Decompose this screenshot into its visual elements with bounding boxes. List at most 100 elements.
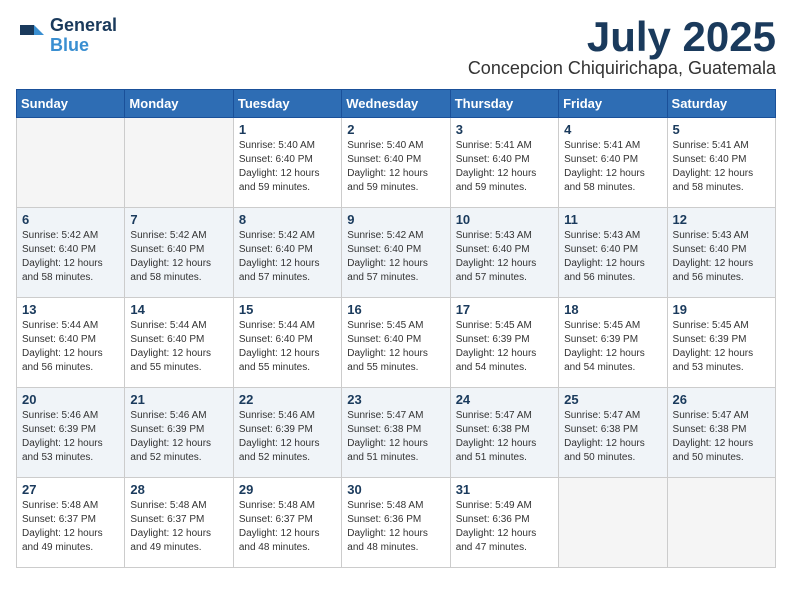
day-number: 20 [22, 392, 119, 407]
calendar-cell [125, 118, 233, 208]
calendar-cell: 30 Sunrise: 5:48 AM Sunset: 6:36 PM Dayli… [342, 478, 450, 568]
day-number: 5 [673, 122, 770, 137]
weekday-header: Thursday [450, 90, 558, 118]
day-number: 14 [130, 302, 227, 317]
day-number: 30 [347, 482, 444, 497]
day-number: 18 [564, 302, 661, 317]
calendar-cell: 16Sunrise: 5:45 AM Sunset: 6:40 PM Dayli… [342, 298, 450, 388]
weekday-header: Monday [125, 90, 233, 118]
calendar-week-row: 6Sunrise: 5:42 AM Sunset: 6:40 PM Daylig… [17, 208, 776, 298]
calendar-cell: 5 Sunrise: 5:41 AM Sunset: 6:40 PM Daylig… [667, 118, 775, 208]
day-info: Sunrise: 5:44 AM Sunset: 6:40 PM Dayligh… [130, 319, 227, 375]
day-number: 25 [564, 392, 661, 407]
calendar-cell: 14 Sunrise: 5:44 AM Sunset: 6:40 PM Dayli… [125, 298, 233, 388]
day-info: Sunrise: 5:47 AM Sunset: 6:38 PM Dayligh… [347, 409, 444, 465]
day-number: 27 [22, 482, 119, 497]
calendar-cell: 10 Sunrise: 5:43 AM Sunset: 6:40 PM Dayli… [450, 208, 558, 298]
weekday-header: Sunday [17, 90, 125, 118]
day-number: 13 [22, 302, 119, 317]
day-number: 23 [347, 392, 444, 407]
calendar-cell: 2 Sunrise: 5:40 AM Sunset: 6:40 PM Daylig… [342, 118, 450, 208]
weekday-header: Saturday [667, 90, 775, 118]
day-number: 29 [239, 482, 336, 497]
day-info: Sunrise: 5:41 AM Sunset: 6:40 PM Dayligh… [456, 139, 553, 195]
weekday-header: Friday [559, 90, 667, 118]
calendar-cell [17, 118, 125, 208]
calendar-cell: 17 Sunrise: 5:45 AM Sunset: 6:39 PM Dayli… [450, 298, 558, 388]
calendar-cell: 23 Sunrise: 5:47 AM Sunset: 6:38 PM Dayli… [342, 388, 450, 478]
weekday-header: Tuesday [233, 90, 341, 118]
calendar-cell: 31 Sunrise: 5:49 AM Sunset: 6:36 PM Dayli… [450, 478, 558, 568]
day-info: Sunrise: 5:43 AM Sunset: 6:40 PM Dayligh… [673, 229, 770, 285]
day-number: 9 [347, 212, 444, 227]
day-info: Sunrise: 5:44 AM Sunset: 6:40 PM Dayligh… [22, 319, 119, 375]
logo-text: General Blue [50, 16, 117, 56]
day-number: 21 [130, 392, 227, 407]
day-info: Sunrise: 5:45 AM Sunset: 6:39 PM Dayligh… [456, 319, 553, 375]
calendar-cell: 28Sunrise: 5:48 AM Sunset: 6:37 PM Dayli… [125, 478, 233, 568]
day-info: Sunrise: 5:43 AM Sunset: 6:40 PM Dayligh… [456, 229, 553, 285]
calendar-cell: 1 Sunrise: 5:40 AM Sunset: 6:40 PM Daylig… [233, 118, 341, 208]
day-info: Sunrise: 5:46 AM Sunset: 6:39 PM Dayligh… [130, 409, 227, 465]
month-title: July 2025 [468, 16, 776, 58]
day-number: 7 [130, 212, 227, 227]
calendar-week-row: 27 Sunrise: 5:48 AM Sunset: 6:37 PM Dayli… [17, 478, 776, 568]
calendar-cell: 9Sunrise: 5:42 AM Sunset: 6:40 PM Daylig… [342, 208, 450, 298]
calendar-cell: 4 Sunrise: 5:41 AM Sunset: 6:40 PM Daylig… [559, 118, 667, 208]
title-block: July 2025 Concepcion Chiquirichapa, Guat… [468, 16, 776, 79]
day-info: Sunrise: 5:45 AM Sunset: 6:40 PM Dayligh… [347, 319, 444, 375]
calendar-cell: 12 Sunrise: 5:43 AM Sunset: 6:40 PM Dayli… [667, 208, 775, 298]
day-info: Sunrise: 5:47 AM Sunset: 6:38 PM Dayligh… [564, 409, 661, 465]
calendar-table: SundayMondayTuesdayWednesdayThursdayFrid… [16, 89, 776, 568]
day-number: 26 [673, 392, 770, 407]
calendar-cell: 22Sunrise: 5:46 AM Sunset: 6:39 PM Dayli… [233, 388, 341, 478]
day-info: Sunrise: 5:41 AM Sunset: 6:40 PM Dayligh… [564, 139, 661, 195]
day-info: Sunrise: 5:48 AM Sunset: 6:36 PM Dayligh… [347, 499, 444, 555]
calendar-cell: 25 Sunrise: 5:47 AM Sunset: 6:38 PM Dayli… [559, 388, 667, 478]
day-number: 15 [239, 302, 336, 317]
day-info: Sunrise: 5:47 AM Sunset: 6:38 PM Dayligh… [673, 409, 770, 465]
day-number: 1 [239, 122, 336, 137]
day-number: 8 [239, 212, 336, 227]
calendar-week-row: 13 Sunrise: 5:44 AM Sunset: 6:40 PM Dayli… [17, 298, 776, 388]
calendar-cell: 8 Sunrise: 5:42 AM Sunset: 6:40 PM Daylig… [233, 208, 341, 298]
page-header: General Blue July 2025 Concepcion Chiqui… [16, 16, 776, 79]
calendar-cell [559, 478, 667, 568]
calendar-cell: 20 Sunrise: 5:46 AM Sunset: 6:39 PM Dayli… [17, 388, 125, 478]
calendar-header-row: SundayMondayTuesdayWednesdayThursdayFrid… [17, 90, 776, 118]
day-info: Sunrise: 5:45 AM Sunset: 6:39 PM Dayligh… [673, 319, 770, 375]
day-number: 24 [456, 392, 553, 407]
logo: General Blue [16, 16, 117, 56]
day-info: Sunrise: 5:42 AM Sunset: 6:40 PM Dayligh… [239, 229, 336, 285]
calendar-cell: 6Sunrise: 5:42 AM Sunset: 6:40 PM Daylig… [17, 208, 125, 298]
calendar-cell: 27 Sunrise: 5:48 AM Sunset: 6:37 PM Dayli… [17, 478, 125, 568]
day-number: 12 [673, 212, 770, 227]
weekday-header: Wednesday [342, 90, 450, 118]
logo-line2: Blue [50, 36, 117, 56]
day-info: Sunrise: 5:48 AM Sunset: 6:37 PM Dayligh… [239, 499, 336, 555]
day-info: Sunrise: 5:46 AM Sunset: 6:39 PM Dayligh… [22, 409, 119, 465]
day-info: Sunrise: 5:49 AM Sunset: 6:36 PM Dayligh… [456, 499, 553, 555]
calendar-cell: 26 Sunrise: 5:47 AM Sunset: 6:38 PM Dayli… [667, 388, 775, 478]
day-info: Sunrise: 5:47 AM Sunset: 6:38 PM Dayligh… [456, 409, 553, 465]
day-number: 2 [347, 122, 444, 137]
logo-line1: General [50, 16, 117, 36]
calendar-cell: 13 Sunrise: 5:44 AM Sunset: 6:40 PM Dayli… [17, 298, 125, 388]
calendar-week-row: 20 Sunrise: 5:46 AM Sunset: 6:39 PM Dayli… [17, 388, 776, 478]
day-number: 17 [456, 302, 553, 317]
day-info: Sunrise: 5:41 AM Sunset: 6:40 PM Dayligh… [673, 139, 770, 195]
calendar-week-row: 1 Sunrise: 5:40 AM Sunset: 6:40 PM Daylig… [17, 118, 776, 208]
calendar-cell: 21 Sunrise: 5:46 AM Sunset: 6:39 PM Dayli… [125, 388, 233, 478]
day-info: Sunrise: 5:40 AM Sunset: 6:40 PM Dayligh… [239, 139, 336, 195]
day-info: Sunrise: 5:43 AM Sunset: 6:40 PM Dayligh… [564, 229, 661, 285]
day-info: Sunrise: 5:45 AM Sunset: 6:39 PM Dayligh… [564, 319, 661, 375]
day-number: 19 [673, 302, 770, 317]
day-number: 10 [456, 212, 553, 227]
day-info: Sunrise: 5:44 AM Sunset: 6:40 PM Dayligh… [239, 319, 336, 375]
day-info: Sunrise: 5:40 AM Sunset: 6:40 PM Dayligh… [347, 139, 444, 195]
day-info: Sunrise: 5:48 AM Sunset: 6:37 PM Dayligh… [22, 499, 119, 555]
calendar-cell: 15 Sunrise: 5:44 AM Sunset: 6:40 PM Dayli… [233, 298, 341, 388]
day-number: 31 [456, 482, 553, 497]
day-number: 4 [564, 122, 661, 137]
day-info: Sunrise: 5:42 AM Sunset: 6:40 PM Dayligh… [130, 229, 227, 285]
